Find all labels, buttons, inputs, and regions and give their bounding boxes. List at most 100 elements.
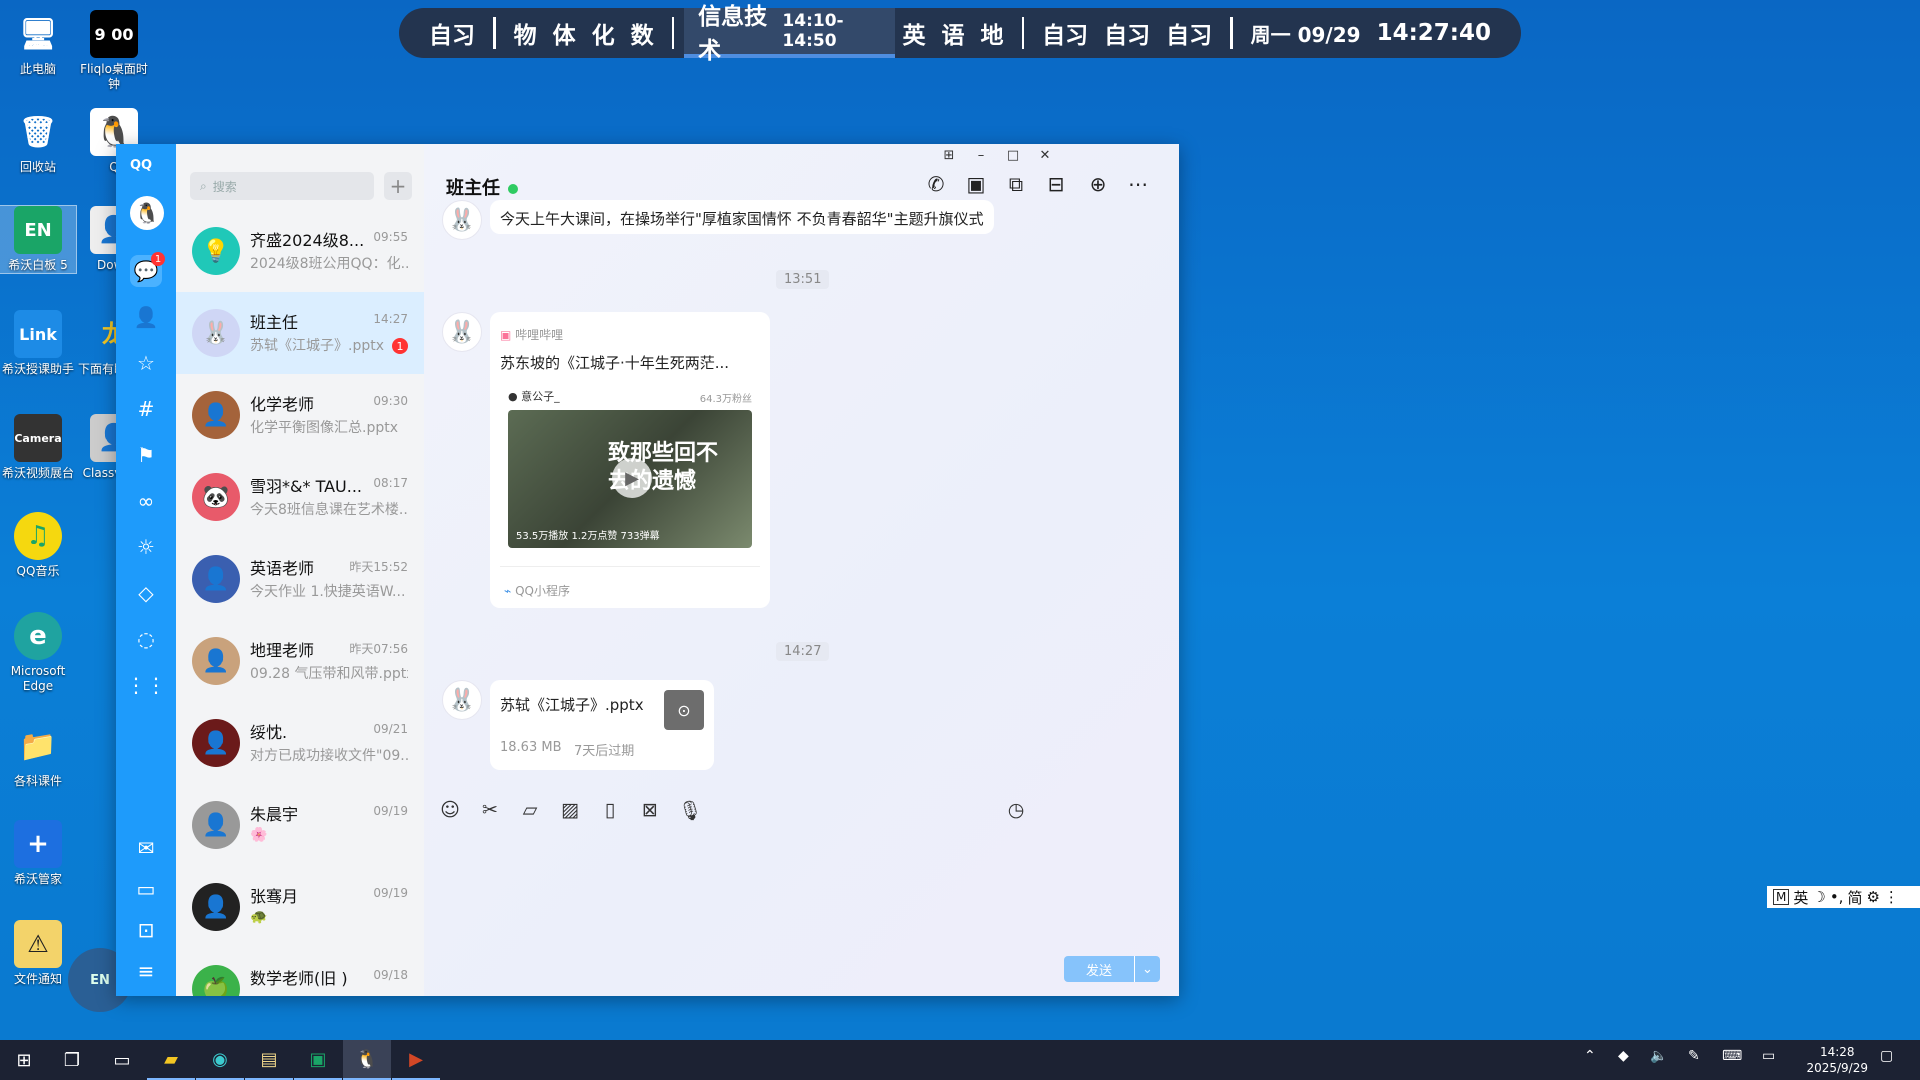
conversation-item[interactable]: 🐰 班主任 14:27 苏轼《江城子》.pptx 1 bbox=[176, 292, 424, 374]
start-windows-icon[interactable]: ⊞ bbox=[0, 1040, 48, 1080]
card-app: ⌁ QQ小程序 bbox=[504, 582, 570, 599]
send-button[interactable]: 发送 ⌄ bbox=[1064, 956, 1160, 982]
conversation-item[interactable]: 👤 地理老师 昨天07:56 09.28 气压带和风带.pptx bbox=[176, 620, 424, 702]
file-explorer-icon[interactable]: ▰ bbox=[147, 1040, 195, 1080]
keyboard-icon[interactable]: ⌨ bbox=[1722, 1048, 1742, 1064]
powerpoint-icon[interactable]: ▶ bbox=[392, 1040, 440, 1080]
voice-call-icon[interactable]: ✆ bbox=[922, 172, 950, 196]
message-bubble[interactable]: 今天上午大课间，在操场举行"厚植家国情怀 不负青春韶华"主题升旗仪式 bbox=[490, 200, 994, 234]
qq-taskbar-icon[interactable]: 🐧 bbox=[343, 1040, 391, 1080]
chevron-up-icon[interactable]: ⌃ bbox=[1584, 1048, 1596, 1064]
file-download-icon[interactable]: ⊙ bbox=[664, 690, 704, 730]
conversation-item[interactable]: 🐼 雪羽*&* TAU... 08:17 今天8班信息课在艺术楼... bbox=[176, 456, 424, 538]
edge-icon[interactable]: ◉ bbox=[196, 1040, 244, 1080]
mini-program-card[interactable]: ▣ 哔哩哔哩 苏东坡的《江城子·十年生死两茫... ● 意公子_ 64.3万粉丝… bbox=[490, 312, 770, 608]
taskbar-clock[interactable]: 14:28 2025/9/29 bbox=[1806, 1044, 1868, 1076]
send-options-chevron-icon[interactable]: ⌄ bbox=[1134, 956, 1160, 982]
more-icon[interactable]: ⋯ bbox=[1124, 172, 1152, 196]
contacts-icon[interactable]: 👤 bbox=[130, 301, 162, 333]
folder-icon[interactable]: ▭ bbox=[130, 873, 162, 905]
gift-icon[interactable]: ◇ bbox=[130, 577, 162, 609]
schedule-item: 体 bbox=[552, 23, 576, 49]
menu-icon[interactable]: ≡ bbox=[130, 955, 162, 987]
image-icon[interactable]: ▨ bbox=[556, 799, 584, 821]
microphone-icon[interactable]: 🎙 bbox=[676, 799, 704, 822]
favorites-star-icon[interactable]: ☆ bbox=[130, 347, 162, 379]
planet-icon[interactable]: ◌ bbox=[130, 623, 162, 655]
taskbar-app-icon[interactable]: ▭ bbox=[98, 1040, 146, 1080]
message-input[interactable] bbox=[434, 834, 1034, 944]
ime-language-toggle[interactable]: 英 bbox=[1793, 887, 1808, 908]
file-message[interactable]: 苏轼《江城子》.pptx ⊙ 18.63 MB 7天后过期 bbox=[490, 680, 714, 770]
messages-icon[interactable]: 💬 1 bbox=[130, 252, 165, 287]
video-call-icon[interactable]: ▣ bbox=[962, 172, 990, 196]
class-schedule-bar: 自习 物 体 化 数 信息技术 14:10-14:50 英 语 地 自习 自习 自… bbox=[399, 4, 1521, 64]
minimize-button[interactable]: – bbox=[970, 148, 992, 163]
easinote-icon[interactable]: ▣ bbox=[294, 1040, 342, 1080]
desktop-icon-file-notice[interactable]: ⚠ 文件通知 bbox=[0, 920, 76, 987]
search-input[interactable]: ⌕ 搜索 bbox=[190, 172, 374, 200]
ime-halfwidth-icon[interactable]: ☽ bbox=[1812, 888, 1825, 906]
desktop-icon-easinote[interactable]: EN 希沃白板 5 bbox=[0, 205, 77, 274]
desktop-icon-recycle-bin[interactable]: 🗑 回收站 bbox=[0, 108, 76, 175]
game-icon[interactable]: ⚑ bbox=[130, 439, 162, 471]
desktop-icon-camera[interactable]: Camera 希沃视频展台 bbox=[0, 414, 76, 481]
remote-assist-icon[interactable]: ⊟ bbox=[1042, 172, 1070, 196]
task-view-icon[interactable]: ❐ bbox=[48, 1040, 96, 1080]
add-member-icon[interactable]: ⊕ bbox=[1084, 172, 1112, 196]
channel-hash-icon[interactable]: # bbox=[130, 393, 162, 425]
desktop-icon-fliqlo[interactable]: 9 00 Fliqlo桌面时钟 bbox=[76, 10, 152, 92]
conversation-item[interactable]: 👤 绥忱. 09/21 对方已成功接收文件"09... bbox=[176, 702, 424, 784]
pin-icon[interactable]: ⊞ bbox=[938, 148, 960, 163]
desktop-icon-seewo-manager[interactable]: + 希沃管家 bbox=[0, 820, 76, 887]
ime-more-icon[interactable]: ⋮ bbox=[1884, 888, 1899, 906]
my-avatar[interactable]: 🐧 bbox=[130, 196, 164, 230]
shake-icon[interactable]: ▯ bbox=[596, 799, 624, 821]
conversation-item[interactable]: 👤 化学老师 09:30 化学平衡图像汇总.pptx bbox=[176, 374, 424, 456]
notification-icon[interactable]: ▢ bbox=[1880, 1048, 1893, 1064]
video-thumbnail[interactable]: 致那些回不去的遗憾 ▶ 53.5万播放 1.2万点赞 733弹幕 bbox=[508, 410, 752, 548]
desktop-icon-coursewares[interactable]: 📁 各科课件 bbox=[0, 722, 76, 789]
conversation-name: 绥忱. bbox=[250, 723, 288, 742]
mail-icon[interactable]: ✉ bbox=[130, 832, 162, 864]
display-icon[interactable]: ▭ bbox=[1762, 1048, 1775, 1064]
apps-grid-icon[interactable]: ⋮⋮ bbox=[126, 669, 166, 701]
conversation-item[interactable]: 👤 张骞月 09/19 🐢 bbox=[176, 866, 424, 948]
ime-simplified-toggle[interactable]: 简 bbox=[1847, 887, 1862, 908]
add-button[interactable]: + bbox=[384, 172, 412, 200]
play-icon[interactable]: ▶ bbox=[612, 458, 652, 498]
maximize-button[interactable]: □ bbox=[1002, 148, 1024, 163]
sender-avatar[interactable]: 🐰 bbox=[442, 680, 482, 720]
sun-icon[interactable]: ☼ bbox=[130, 531, 162, 563]
bookmark-icon[interactable]: ⊡ bbox=[130, 914, 162, 946]
desktop-icon-link[interactable]: Link 希沃授课助手 bbox=[0, 310, 76, 377]
desktop-icon-this-pc[interactable]: 🖥 此电脑 bbox=[0, 10, 76, 77]
conversation-item[interactable]: 💡 齐盛2024级8... 09:55 2024级8班公用QQ：化... bbox=[176, 210, 424, 292]
timestamp: 14:27 bbox=[776, 642, 830, 661]
screenshot-scissors-icon[interactable]: ✂ bbox=[476, 799, 504, 821]
file-folder-icon[interactable]: ▱ bbox=[516, 799, 544, 821]
sender-avatar[interactable]: 🐰 bbox=[442, 312, 482, 352]
desktop-icon-edge[interactable]: e Microsoft Edge bbox=[0, 612, 76, 694]
ime-settings-icon[interactable]: ⚙ bbox=[1866, 888, 1879, 906]
conversation-item[interactable]: 🍏 数学老师(旧 ) 09/18 bbox=[176, 948, 424, 996]
ime-menu-icon[interactable]: M bbox=[1773, 889, 1790, 905]
volume-icon[interactable]: 🔈 bbox=[1650, 1048, 1667, 1064]
pen-icon[interactable]: ✎ bbox=[1688, 1048, 1700, 1064]
close-button[interactable]: ✕ bbox=[1034, 148, 1056, 163]
sender-avatar[interactable]: 🐰 bbox=[442, 200, 482, 240]
conversation-item[interactable]: 👤 朱晨宇 09/19 🌸 bbox=[176, 784, 424, 866]
camera-icon: Camera bbox=[14, 414, 62, 462]
conversation-avatar: 👤 bbox=[192, 719, 240, 767]
conversation-item[interactable]: 👤 英语老师 昨天15:52 今天作业 1.快捷英语W... bbox=[176, 538, 424, 620]
history-clock-icon[interactable]: ◷ bbox=[1002, 799, 1030, 821]
unread-badge: 1 bbox=[392, 338, 408, 354]
screen-share-icon[interactable]: ⧉ bbox=[1002, 172, 1030, 196]
emoji-icon[interactable]: ☺ bbox=[436, 799, 464, 821]
desktop-icon-qq-music[interactable]: ♫ QQ音乐 bbox=[0, 512, 76, 579]
red-packet-icon[interactable]: ⊠ bbox=[636, 799, 664, 821]
link-icon[interactable]: ∞ bbox=[130, 485, 162, 517]
notepad-icon[interactable]: ▤ bbox=[245, 1040, 293, 1080]
ime-punctuation-icon[interactable]: •, bbox=[1830, 888, 1844, 906]
security-shield-icon[interactable]: ◆ bbox=[1618, 1048, 1629, 1064]
